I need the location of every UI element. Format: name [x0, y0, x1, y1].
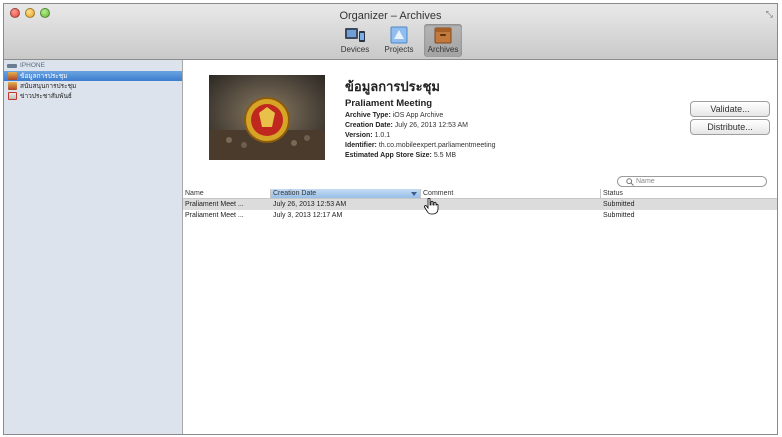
version-row: Version: 1.0.1 — [345, 132, 496, 139]
app-thai-title: ข้อมูลการประชุม — [345, 79, 440, 94]
window-title: Organizer – Archives — [339, 10, 442, 22]
sidebar-item-label: ข่าวประชาสัมพันธ์ — [20, 93, 72, 100]
app-name: Praliament Meeting — [345, 98, 433, 109]
identifier-value: th.co.mobileexpert.parliamentmeeting — [378, 142, 496, 149]
search-icon — [626, 177, 634, 186]
app-icon — [8, 82, 17, 90]
size-row: Estimated App Store Size: 5.5 MB — [345, 152, 496, 159]
cell-name: Praliament Meet ... — [185, 201, 244, 208]
cell-status: Submitted — [603, 212, 635, 219]
app-icon — [8, 92, 17, 100]
search-field[interactable]: Name — [617, 176, 767, 187]
creation-date-value: July 26, 2013 12:53 AM — [394, 122, 468, 129]
validate-button[interactable]: Validate... — [690, 101, 770, 117]
toolbar-projects[interactable]: Projects — [380, 24, 418, 57]
creation-date-row: Creation Date: July 26, 2013 12:53 AM — [345, 122, 496, 129]
column-header-status[interactable]: Status — [601, 189, 777, 198]
cell-name: Praliament Meet ... — [185, 212, 244, 219]
projects-icon — [390, 26, 408, 44]
identifier-row: Identifier: th.co.mobileexpert.parliamen… — [345, 142, 496, 149]
title-bar: Organizer – Archives ⤡ Devices Projects — [4, 4, 777, 60]
table-header: Name Creation Date Comment Status — [183, 189, 777, 199]
archives-table: Name Creation Date Comment Status Pralia… — [183, 189, 777, 221]
archive-type-row: Archive Type: iOS App Archive — [345, 112, 496, 119]
column-header-comment[interactable]: Comment — [421, 189, 601, 198]
column-header-name[interactable]: Name — [183, 189, 271, 198]
version-label: Version: — [345, 132, 373, 139]
sidebar-item-meeting-info[interactable]: ข้อมูลการประชุม — [4, 71, 182, 81]
cell-comment[interactable] — [421, 210, 601, 221]
identifier-label: Identifier: — [345, 142, 377, 149]
hand-cursor-icon — [424, 198, 439, 215]
size-value: 5.5 MB — [433, 152, 457, 159]
toolbar: Devices Projects Archives — [336, 24, 462, 57]
sidebar-item-news[interactable]: ข่าวประชาสัมพันธ์ — [4, 91, 182, 101]
cell-creation-date: July 3, 2013 12:17 AM — [273, 212, 343, 219]
toolbar-devices[interactable]: Devices — [336, 24, 374, 57]
cell-comment[interactable] — [421, 199, 601, 210]
app-artwork-image — [209, 75, 325, 160]
sort-descending-icon — [411, 191, 417, 196]
phone-icon — [7, 63, 17, 68]
fullscreen-icon[interactable]: ⤡ — [766, 9, 773, 20]
sidebar-item-label: ข้อมูลการประชุม — [20, 73, 68, 80]
app-icon — [8, 72, 17, 80]
version-value: 1.0.1 — [374, 132, 391, 139]
archive-detail: ข้อมูลการประชุม Praliament Meeting Archi… — [183, 60, 777, 434]
column-header-creation-date[interactable]: Creation Date — [271, 189, 421, 198]
sidebar-item-label: สนับสนุนการประชุม — [20, 83, 77, 90]
table-row[interactable]: Praliament Meet ... July 3, 2013 12:17 A… — [183, 210, 777, 221]
archive-type-value: iOS App Archive — [392, 112, 444, 119]
sidebar-item-meeting-support[interactable]: สนับสนุนการประชุม — [4, 81, 182, 91]
archive-info: ข้อมูลการประชุม Praliament Meeting Archi… — [345, 76, 496, 159]
cell-creation-date: July 26, 2013 12:53 AM — [273, 201, 347, 208]
creation-date-label: Creation Date: — [345, 122, 393, 129]
sidebar-header-label: IPHONE — [20, 62, 45, 69]
archives-icon — [434, 27, 452, 44]
table-row[interactable]: Praliament Meet ... July 26, 2013 12:53 … — [183, 199, 777, 210]
column-header-label: Creation Date — [273, 190, 317, 197]
devices-icon — [345, 28, 365, 42]
size-label: Estimated App Store Size: — [345, 152, 432, 159]
search-placeholder: Name — [636, 178, 655, 185]
cell-status: Submitted — [603, 201, 635, 208]
organizer-window: Organizer – Archives ⤡ Devices Projects — [3, 3, 778, 435]
toolbar-devices-label: Devices — [340, 45, 370, 54]
distribute-button[interactable]: Distribute... — [690, 119, 770, 135]
toolbar-archives-label: Archives — [427, 45, 459, 54]
sidebar-header: IPHONE — [4, 60, 182, 71]
toolbar-archives[interactable]: Archives — [424, 24, 462, 57]
sidebar: IPHONE ข้อมูลการประชุม สนับสนุนการประชุม… — [4, 60, 183, 434]
archive-type-label: Archive Type: — [345, 112, 391, 119]
toolbar-projects-label: Projects — [384, 45, 414, 54]
